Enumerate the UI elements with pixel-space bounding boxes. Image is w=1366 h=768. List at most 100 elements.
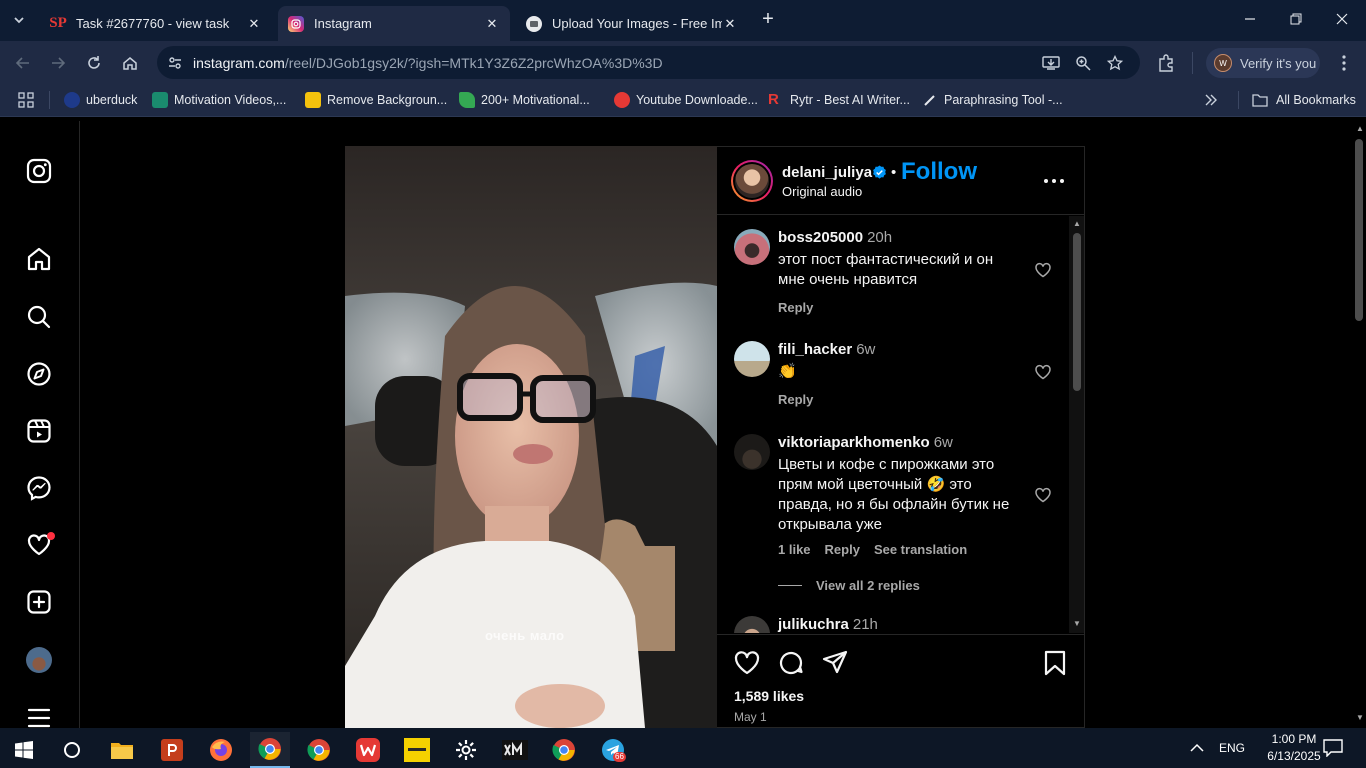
comment-likes-count[interactable]: 1 like: [778, 542, 811, 557]
forward-button[interactable]: [45, 50, 71, 76]
reply-button[interactable]: Reply: [825, 542, 860, 557]
instagram-logo-icon[interactable]: [24, 156, 54, 186]
comments-scroll-thumb[interactable]: [1073, 233, 1081, 391]
wps-office-button[interactable]: [348, 732, 388, 768]
page-scrollbar[interactable]: ▲ ▼: [1351, 121, 1366, 728]
url-text[interactable]: instagram.com/reel/DJGob1gsy2k/?igsh=MTk…: [193, 55, 663, 71]
chrome-button-active[interactable]: [250, 732, 290, 768]
url-path: /reel/DJGob1gsy2k/?igsh=MTk1Y3Z6Z2prcWhz…: [284, 54, 663, 71]
comment-username[interactable]: viktoriaparkhomenko: [778, 434, 930, 451]
reply-button[interactable]: Reply: [778, 392, 813, 407]
author-avatar[interactable]: [731, 160, 773, 202]
tab-instagram[interactable]: Instagram ✕: [278, 6, 510, 41]
bookmark-youtube-downloader[interactable]: Youtube Downloade...: [614, 91, 758, 109]
author-username[interactable]: delani_juliya: [782, 164, 872, 181]
browser-menu-button[interactable]: [1331, 50, 1357, 76]
comment-bubble-icon[interactable]: [777, 649, 805, 677]
verify-account-button[interactable]: W Verify it's you: [1206, 48, 1320, 78]
action-center-button[interactable]: [1323, 728, 1343, 768]
audio-label[interactable]: Original audio: [782, 184, 862, 199]
close-icon[interactable]: ✕: [246, 16, 262, 32]
minimize-button[interactable]: [1238, 8, 1262, 32]
messenger-icon[interactable]: [24, 473, 54, 503]
like-heart-icon[interactable]: [1034, 261, 1052, 279]
system-clock[interactable]: 1:00 PM 6/13/2025: [1264, 731, 1324, 765]
home-button[interactable]: [117, 50, 143, 76]
commenter-avatar[interactable]: [734, 434, 770, 470]
more-options-icon[interactable]: [1043, 173, 1065, 189]
scroll-up-arrow-icon[interactable]: ▲: [1072, 220, 1082, 228]
install-app-icon[interactable]: [1041, 53, 1061, 73]
scroll-up-arrow-icon[interactable]: ▲: [1355, 125, 1365, 133]
chrome-icon: [258, 738, 281, 760]
view-replies-button[interactable]: View all 2 replies: [778, 578, 920, 593]
see-translation-button[interactable]: See translation: [874, 542, 967, 557]
document-icon: [152, 92, 168, 108]
zoom-icon[interactable]: [1073, 53, 1093, 73]
comment-username[interactable]: julikuchra: [778, 616, 849, 633]
follow-button[interactable]: Follow: [901, 158, 977, 186]
comment-username[interactable]: fili_hacker: [778, 341, 852, 358]
close-icon[interactable]: ✕: [484, 16, 500, 32]
like-heart-icon[interactable]: [1034, 363, 1052, 381]
chrome-button[interactable]: [299, 732, 339, 768]
commenter-avatar[interactable]: [734, 341, 770, 377]
input-language[interactable]: ENG: [1219, 728, 1245, 768]
tab-task[interactable]: SP Task #2677760 - view task ✕: [40, 6, 272, 41]
chrome-profile-button[interactable]: [544, 732, 584, 768]
bookmark-paraphrasing-tool[interactable]: Paraphrasing Tool -...: [922, 91, 1063, 109]
close-window-button[interactable]: [1330, 8, 1354, 32]
bookmark-rytr[interactable]: R Rytr - Best AI Writer...: [768, 91, 910, 109]
search-icon[interactable]: [24, 302, 54, 332]
settings-button[interactable]: [446, 732, 486, 768]
all-bookmarks-button[interactable]: All Bookmarks: [1252, 91, 1356, 109]
comment-username[interactable]: boss205000: [778, 229, 863, 246]
reel-video[interactable]: очень мало: [345, 146, 717, 728]
bookmark-star-icon[interactable]: [1105, 53, 1125, 73]
bookmark-uberduck[interactable]: uberduck: [64, 91, 137, 109]
bookmark-motivation-videos[interactable]: Motivation Videos,...: [152, 91, 286, 109]
windows-start-button[interactable]: [4, 732, 44, 768]
show-hidden-icons-button[interactable]: [1190, 728, 1204, 768]
commenter-avatar[interactable]: [734, 616, 770, 633]
back-button[interactable]: [10, 50, 36, 76]
telegram-button[interactable]: 66: [593, 732, 633, 768]
share-send-icon[interactable]: [821, 649, 849, 677]
like-heart-icon[interactable]: [733, 649, 761, 677]
home-icon[interactable]: [24, 244, 54, 274]
commenter-avatar[interactable]: [734, 229, 770, 265]
extensions-button[interactable]: [1153, 50, 1179, 76]
bookmark-motivational[interactable]: 200+ Motivational...: [459, 91, 590, 109]
close-icon[interactable]: ✕: [722, 16, 738, 32]
tab-search-button[interactable]: [6, 8, 32, 32]
comments-list[interactable]: boss205000 20h этот пост фантастический и…: [717, 216, 1085, 633]
new-tab-button[interactable]: +: [757, 9, 779, 31]
explore-compass-icon[interactable]: [24, 359, 54, 389]
exness-button[interactable]: [397, 732, 437, 768]
profile-avatar[interactable]: [24, 645, 54, 675]
bookmark-remove-background[interactable]: Remove Backgroun...: [305, 91, 447, 109]
save-bookmark-icon[interactable]: [1041, 649, 1069, 677]
powerpoint-button[interactable]: [152, 732, 192, 768]
file-explorer-button[interactable]: [102, 732, 142, 768]
page-scroll-thumb[interactable]: [1355, 139, 1363, 321]
likes-count[interactable]: 1,589 likes: [734, 688, 804, 704]
puzzle-icon: [1159, 54, 1173, 72]
xm-button[interactable]: [495, 732, 535, 768]
search-button[interactable]: [52, 732, 92, 768]
scroll-down-arrow-icon[interactable]: ▼: [1355, 714, 1365, 722]
like-heart-icon[interactable]: [1034, 486, 1052, 504]
comment-meta: boss205000 20h: [778, 229, 892, 246]
site-settings-icon[interactable]: [165, 53, 185, 73]
reload-button[interactable]: [81, 50, 107, 76]
bookmarks-overflow-button[interactable]: [1204, 91, 1218, 109]
create-post-icon[interactable]: [24, 587, 54, 617]
restore-button[interactable]: [1284, 8, 1308, 32]
tab-upload[interactable]: Upload Your Images - Free Imag ✕: [516, 6, 748, 41]
apps-button[interactable]: [18, 91, 34, 109]
reels-icon[interactable]: [24, 416, 54, 446]
scroll-down-arrow-icon[interactable]: ▼: [1072, 620, 1082, 628]
reply-button[interactable]: Reply: [778, 300, 813, 315]
address-bar[interactable]: instagram.com/reel/DJGob1gsy2k/?igsh=MTk…: [157, 46, 1140, 79]
firefox-button[interactable]: [201, 732, 241, 768]
